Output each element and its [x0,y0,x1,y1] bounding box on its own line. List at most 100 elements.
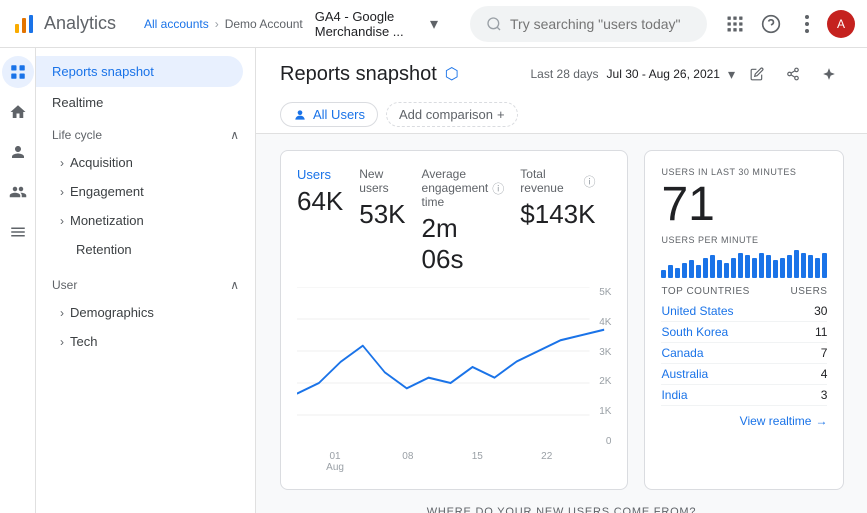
y-label-5k: 5K [581,287,611,298]
user-section-header[interactable]: User ∧ [36,272,255,298]
metric-engagement-label: Average engagement time ⓘ [422,167,505,209]
sidebar-icon-menu[interactable] [2,216,34,248]
sidebar-icons [0,48,36,513]
countries-list: United States 30 South Korea 11 Canada 7… [661,301,827,406]
sidebar-item-reports-snapshot[interactable]: Reports snapshot [36,56,243,87]
metric-revenue-label-text[interactable]: Total revenue [520,167,579,195]
country-name[interactable]: India [661,388,687,402]
account-name: GA4 - Google Merchandise ... [315,9,426,39]
all-users-filter-chip[interactable]: All Users [280,102,378,127]
sidebar-item-demographics[interactable]: › Demographics [36,298,255,327]
user-circle-icon [293,108,307,122]
page-title-area: Reports snapshot ⬡ [280,63,459,86]
chart-area: 5K 4K 3K 2K 1K 0 [297,287,611,447]
lifecycle-section: Life cycle ∧ › Acquisition › Engagement … [36,118,255,268]
metric-users-value: 64K [297,186,343,217]
mini-bar-item [724,263,729,278]
metric-engagement-label-text[interactable]: Average engagement time [422,167,489,209]
edit-icon-button[interactable] [743,60,771,88]
country-row: India 3 [661,385,827,406]
country-name[interactable]: Australia [661,367,708,381]
y-label-0: 0 [581,436,611,447]
view-realtime-link[interactable]: View realtime → [661,414,827,428]
sidebar-item-demographics-label: Demographics [70,305,154,320]
metric-users-label: Users [297,167,343,182]
country-count: 4 [821,367,828,381]
sidebar-item-monetization[interactable]: › Monetization [36,206,255,235]
account-dropdown-icon[interactable]: ▾ [430,14,438,34]
mini-bar-item [696,265,701,278]
user-collapse-icon: ∧ [230,278,239,292]
sidebar-icon-reports[interactable] [2,56,34,88]
country-name[interactable]: South Korea [661,325,728,339]
monetization-chevron: › [60,214,64,228]
metric-revenue-label: Total revenue ⓘ [520,167,595,195]
mini-bar-item [738,253,743,278]
date-dropdown-icon[interactable]: ▾ [728,66,735,83]
metrics-card: Users 64K New users 53K Aver [280,150,628,490]
view-realtime-arrow-icon: → [815,414,827,428]
top-icons: A [719,8,855,40]
analytics-logo-icon [12,12,36,36]
apps-icon [725,14,745,34]
realtime-card: USERS IN LAST 30 MINUTES 71 USERS PER MI… [644,150,844,490]
breadcrumb-property-name: Demo Account [225,17,303,31]
sidebar-icon-audience[interactable] [2,176,34,208]
x-label-22-value: 22 [541,451,552,462]
share-icon[interactable]: ⬡ [445,64,459,84]
countries-header: TOP COUNTRIES USERS [661,286,827,297]
main-layout: Reports snapshot Realtime Life cycle ∧ ›… [0,48,867,513]
lifecycle-section-header[interactable]: Life cycle ∧ [36,122,255,148]
share-icon-button[interactable] [779,60,807,88]
country-count: 7 [821,346,828,360]
insights-icon-button[interactable] [815,60,843,88]
share-icon-btn-icon [786,67,800,81]
metric-engagement: Average engagement time ⓘ 2m 06s [422,167,521,275]
content-header-top: Reports snapshot ⬡ Last 28 days Jul 30 -… [280,60,843,88]
sidebar-item-monetization-label: Monetization [70,213,144,228]
demographics-chevron: › [60,306,64,320]
chart-x-axis: 01 Aug 08 15 22 [297,447,611,473]
sidebar-item-acquisition[interactable]: › Acquisition [36,148,255,177]
metric-new-users-label-text[interactable]: New users [359,167,405,195]
country-name[interactable]: United States [661,304,733,318]
realtime-count: 71 [661,181,827,229]
lifecycle-subsection: › Acquisition › Engagement › Monetizatio… [36,148,255,264]
apps-icon-button[interactable] [719,8,751,40]
x-label-08-value: 08 [402,451,413,462]
new-users-section-title: WHERE DO YOUR NEW USERS COME FROM? [280,506,843,513]
breadcrumb-account[interactable]: All accounts [144,17,209,31]
sidebar-item-retention[interactable]: Retention [36,235,255,264]
avatar[interactable]: A [827,10,855,38]
revenue-info-icon[interactable]: ⓘ [583,173,595,190]
mini-bar-item [745,255,750,278]
more-icon-button[interactable] [791,8,823,40]
avatar-initial: A [837,17,845,31]
sidebar-item-reports-snapshot-label: Reports snapshot [52,64,154,79]
add-comparison-icon: + [497,107,505,122]
add-comparison-button[interactable]: Add comparison + [386,102,518,127]
filter-bar: All Users Add comparison + [280,96,843,133]
sidebar-item-engagement[interactable]: › Engagement [36,177,255,206]
sidebar-icon-home[interactable] [2,96,34,128]
app-title: Analytics [44,13,116,34]
country-name[interactable]: Canada [661,346,703,360]
page-title-text: Reports snapshot [280,63,437,86]
sidebar-item-realtime[interactable]: Realtime [36,87,243,118]
engagement-info-icon[interactable]: ⓘ [492,180,504,197]
date-range-value[interactable]: Jul 30 - Aug 26, 2021 [607,67,720,81]
sidebar-icon-user[interactable] [2,136,34,168]
countries-col-header: TOP COUNTRIES [661,286,749,297]
account-selector[interactable]: GA4 - Google Merchandise ... ▾ [315,9,438,39]
engagement-chevron: › [60,185,64,199]
country-count: 11 [815,325,827,339]
mini-bar-item [682,263,687,278]
all-users-label: All Users [313,107,365,122]
x-label-01-sub: Aug [326,462,344,473]
sidebar-item-tech[interactable]: › Tech [36,327,255,356]
search-bar[interactable] [470,6,707,42]
search-input[interactable] [510,16,691,32]
help-icon-button[interactable] [755,8,787,40]
realtime-section-label: USERS IN LAST 30 MINUTES [661,167,827,177]
stats-row: Users 64K New users 53K Aver [280,150,843,490]
